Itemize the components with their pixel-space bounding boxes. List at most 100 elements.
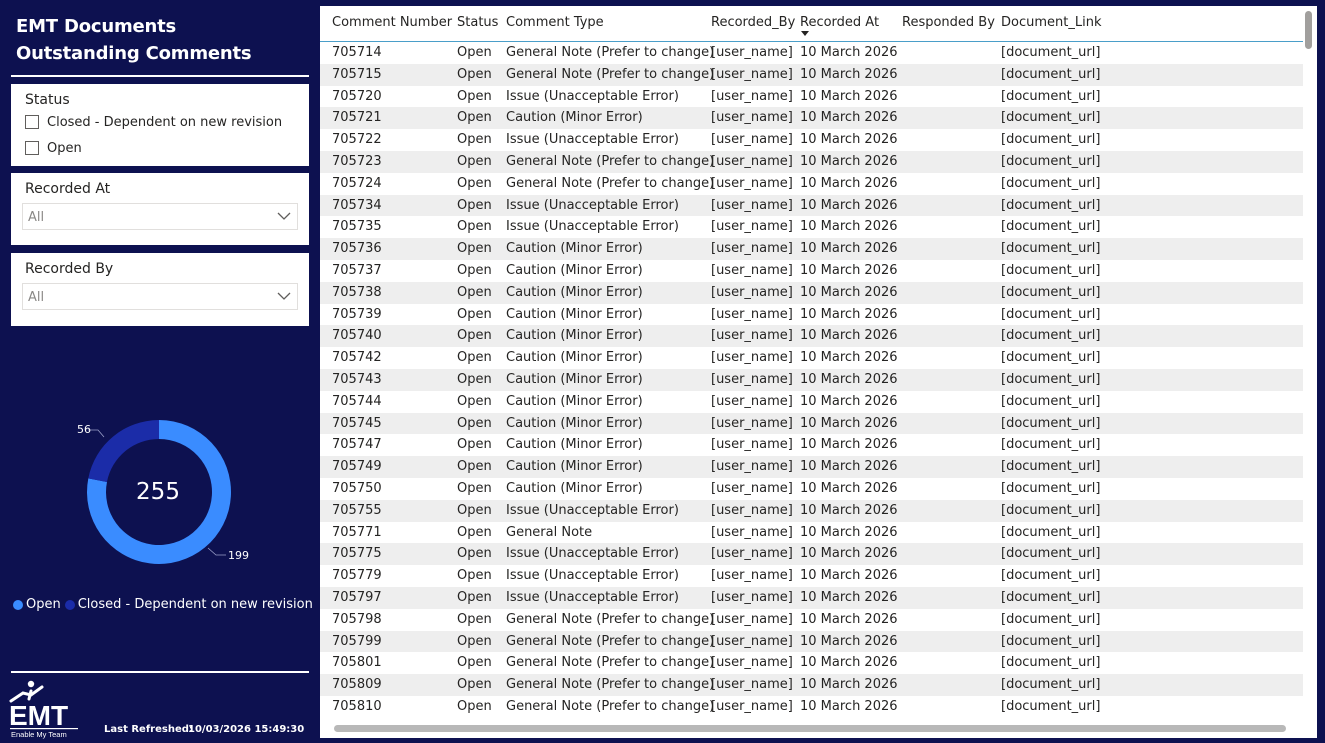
recorded-at-dropdown[interactable]: All	[22, 203, 298, 230]
table-row[interactable]: 705738 Open Caution (Minor Error) [user_nam…	[320, 281, 1303, 304]
cell-comment-number: 705749	[332, 459, 382, 475]
cell-document-link[interactable]: [document_url]	[1001, 394, 1100, 409]
cell-document-link[interactable]: [document_url]	[1001, 67, 1100, 82]
cell-document-link[interactable]: [document_url]	[1001, 655, 1100, 670]
vertical-scrollbar[interactable]	[1305, 11, 1312, 49]
cell-document-link[interactable]: [document_url]	[1001, 198, 1100, 213]
cell-recorded-by: [user_name]	[711, 568, 793, 584]
cell-document-link[interactable]: [document_url]	[1001, 437, 1100, 452]
cell-document-link[interactable]: [document_url]	[1001, 219, 1100, 234]
cell-document-link[interactable]: [document_url]	[1001, 503, 1100, 518]
table-row[interactable]: 705723 Open General Note (Prefer to change…	[320, 150, 1303, 173]
cell-recorded-at: 10 March 2026	[800, 88, 898, 104]
table-row[interactable]: 705714 Open General Note (Prefer to change…	[320, 42, 1303, 64]
table-row[interactable]: 705721 Open Caution (Minor Error) [user_nam…	[320, 107, 1303, 130]
cell-document-link[interactable]: [document_url]	[1001, 525, 1100, 540]
table-row[interactable]: 705737 Open Caution (Minor Error) [user_nam…	[320, 260, 1303, 282]
cell-status: Open	[457, 393, 492, 409]
table-row[interactable]: 705809 Open General Note (Prefer to change…	[320, 674, 1303, 696]
column-header-recorded-by[interactable]: Recorded_By	[711, 15, 795, 30]
cell-document-link[interactable]: [document_url]	[1001, 350, 1100, 365]
column-header-recorded-at[interactable]: Recorded At	[800, 15, 879, 30]
table-row[interactable]: 705745 Open Caution (Minor Error) [user_nam…	[320, 412, 1303, 435]
table-row[interactable]: 705798 Open General Note (Prefer to change…	[320, 609, 1303, 631]
cell-document-link[interactable]: [document_url]	[1001, 699, 1100, 714]
table-row[interactable]: 705742 Open Caution (Minor Error) [user_nam…	[320, 347, 1303, 369]
cell-document-link[interactable]: [document_url]	[1001, 154, 1100, 169]
cell-document-link[interactable]: [document_url]	[1001, 307, 1100, 322]
cell-status: Open	[457, 524, 492, 540]
cell-comment-type: General Note (Prefer to change)	[506, 698, 715, 714]
status-option-closed[interactable]: Closed - Dependent on new revision	[25, 112, 282, 132]
cell-document-link[interactable]: [document_url]	[1001, 546, 1100, 561]
cell-document-link[interactable]: [document_url]	[1001, 677, 1100, 692]
legend-item-open[interactable]: Open	[13, 597, 61, 612]
table-row[interactable]: 705724 Open General Note (Prefer to change…	[320, 173, 1303, 195]
table-row[interactable]: 705749 Open Caution (Minor Error) [user_nam…	[320, 456, 1303, 478]
cell-comment-number: 705744	[332, 393, 382, 409]
table-row[interactable]: 705735 Open Issue (Unacceptable Error) [use…	[320, 216, 1303, 238]
cell-document-link[interactable]: [document_url]	[1001, 568, 1100, 583]
checkbox[interactable]	[25, 115, 39, 129]
table-row[interactable]: 705734 Open Issue (Unacceptable Error) [use…	[320, 194, 1303, 217]
table-row[interactable]: 705740 Open Caution (Minor Error) [user_nam…	[320, 325, 1303, 348]
legend-item-closed[interactable]: Closed - Dependent on new revision	[64, 597, 313, 612]
cell-document-link[interactable]: [document_url]	[1001, 45, 1100, 60]
recorded-by-dropdown[interactable]: All	[22, 283, 298, 310]
cell-document-link[interactable]: [document_url]	[1001, 590, 1100, 605]
table-row[interactable]: 705747 Open Caution (Minor Error) [user_nam…	[320, 434, 1303, 456]
cell-document-link[interactable]: [document_url]	[1001, 634, 1100, 649]
table-row[interactable]: 705720 Open Issue (Unacceptable Error) [use…	[320, 86, 1303, 108]
cell-document-link[interactable]: [document_url]	[1001, 372, 1100, 387]
cell-document-link[interactable]: [document_url]	[1001, 176, 1100, 191]
cell-recorded-by: [user_name]	[711, 306, 793, 322]
cell-recorded-at: 10 March 2026	[800, 677, 898, 693]
column-header-comment-type[interactable]: Comment Type	[506, 15, 604, 30]
status-option-open[interactable]: Open	[25, 138, 82, 158]
cell-recorded-at: 10 March 2026	[800, 153, 898, 169]
cell-status: Open	[457, 175, 492, 191]
cell-comment-number: 705799	[332, 633, 382, 649]
cell-document-link[interactable]: [document_url]	[1001, 89, 1100, 104]
sort-descending-icon	[801, 31, 809, 36]
table-row[interactable]: 705771 Open General Note [user_name] 10 Marc…	[320, 522, 1303, 544]
horizontal-scrollbar[interactable]	[334, 725, 1286, 732]
cell-document-link[interactable]: [document_url]	[1001, 328, 1100, 343]
table-row[interactable]: 705779 Open Issue (Unacceptable Error) [use…	[320, 565, 1303, 587]
column-header-responded-by[interactable]: Responded By	[902, 15, 995, 30]
cell-comment-type: General Note (Prefer to change)	[506, 45, 715, 60]
column-header-comment-number[interactable]: Comment Number	[332, 15, 452, 30]
table-row[interactable]: 705744 Open Caution (Minor Error) [user_nam…	[320, 391, 1303, 413]
cell-document-link[interactable]: [document_url]	[1001, 285, 1100, 300]
cell-status: Open	[457, 437, 492, 453]
cell-document-link[interactable]: [document_url]	[1001, 132, 1100, 147]
cell-document-link[interactable]: [document_url]	[1001, 263, 1100, 278]
checkbox[interactable]	[25, 141, 39, 155]
cell-recorded-at: 10 March 2026	[800, 502, 898, 518]
cell-document-link[interactable]: [document_url]	[1001, 416, 1100, 431]
column-header-status[interactable]: Status	[457, 15, 498, 30]
cell-recorded-at: 10 March 2026	[800, 568, 898, 584]
cell-document-link[interactable]: [document_url]	[1001, 481, 1100, 496]
cell-document-link[interactable]: [document_url]	[1001, 459, 1100, 474]
cell-comment-number: 705737	[332, 262, 382, 278]
cell-comment-type: General Note (Prefer to change)	[506, 677, 715, 693]
table-row[interactable]: 705715 Open General Note (Prefer to change…	[320, 63, 1303, 86]
cell-document-link[interactable]: [document_url]	[1001, 612, 1100, 627]
table-row[interactable]: 705750 Open Caution (Minor Error) [user_nam…	[320, 478, 1303, 500]
table-row[interactable]: 705755 Open Issue (Unacceptable Error) [use…	[320, 499, 1303, 522]
column-header-document-link[interactable]: Document_Link	[1001, 15, 1101, 30]
table-row[interactable]: 705810 Open General Note (Prefer to change…	[320, 696, 1303, 718]
table-row[interactable]: 705775 Open Issue (Unacceptable Error) [use…	[320, 543, 1303, 566]
table-row[interactable]: 705799 Open General Note (Prefer to change…	[320, 630, 1303, 653]
cell-document-link[interactable]: [document_url]	[1001, 110, 1100, 125]
table-row[interactable]: 705739 Open Caution (Minor Error) [user_nam…	[320, 304, 1303, 326]
table-row[interactable]: 705722 Open Issue (Unacceptable Error) [use…	[320, 129, 1303, 151]
table-row[interactable]: 705797 Open Issue (Unacceptable Error) [use…	[320, 586, 1303, 609]
table-row[interactable]: 705801 Open General Note (Prefer to change…	[320, 652, 1303, 674]
table-row[interactable]: 705736 Open Caution (Minor Error) [user_nam…	[320, 238, 1303, 260]
cell-comment-type: Issue (Unacceptable Error)	[506, 589, 679, 605]
donut-slice-closed[interactable]	[88, 420, 159, 482]
cell-document-link[interactable]: [document_url]	[1001, 241, 1100, 256]
table-row[interactable]: 705743 Open Caution (Minor Error) [user_nam…	[320, 368, 1303, 391]
